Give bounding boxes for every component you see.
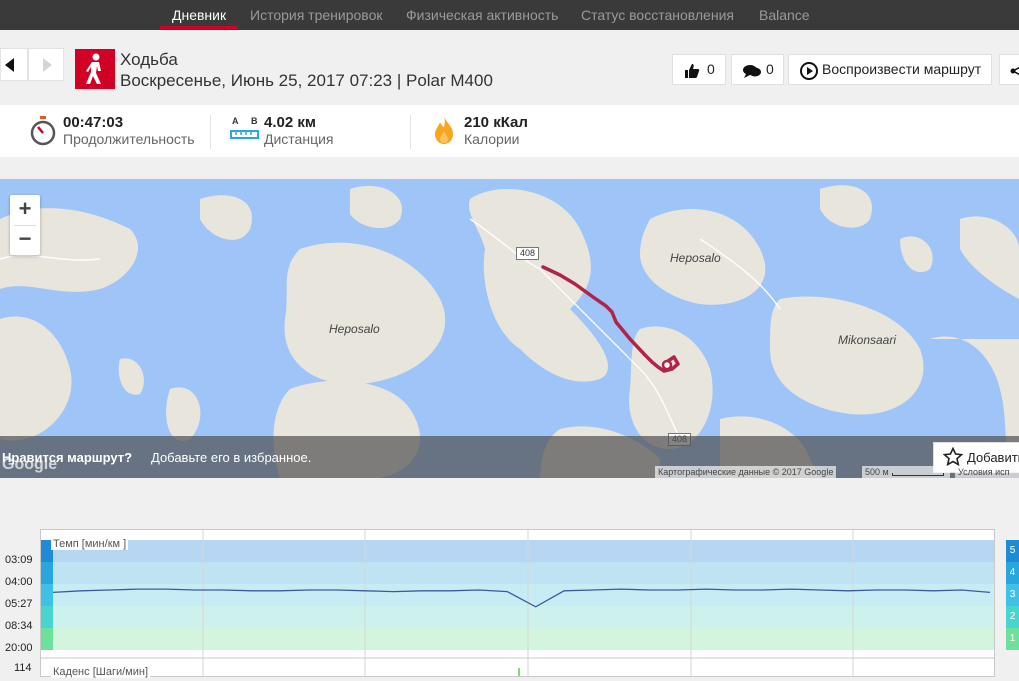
share-icon bbox=[1010, 61, 1019, 90]
zone-2-indicator: 2 bbox=[1006, 606, 1019, 628]
arrow-right-icon bbox=[43, 58, 52, 72]
map-label-heposalo-west: Heposalo bbox=[329, 322, 380, 336]
like-count: 0 bbox=[707, 61, 715, 77]
share-button[interactable] bbox=[999, 54, 1019, 85]
tab-recovery-status[interactable]: Статус восстановления bbox=[581, 0, 734, 30]
comment-button[interactable]: 0 bbox=[731, 54, 784, 85]
calories-label: Калории bbox=[464, 131, 520, 147]
map-label-mikonsaari: Mikonsaari bbox=[838, 333, 897, 347]
top-navigation: Дневник История тренировок Физическая ак… bbox=[0, 0, 1019, 30]
y-tick: 08:34 bbox=[5, 620, 33, 632]
y-tick: 03:09 bbox=[5, 554, 33, 566]
divider bbox=[210, 115, 211, 149]
zone-strip bbox=[41, 562, 53, 584]
replay-route-label: Воспроизвести маршрут bbox=[822, 61, 982, 77]
divider bbox=[410, 115, 411, 149]
google-logo: Google bbox=[2, 456, 58, 473]
duration-value: 00:47:03 bbox=[63, 114, 124, 131]
tab-activity[interactable]: Физическая активность bbox=[406, 0, 558, 30]
tab-balance[interactable]: Balance bbox=[759, 0, 810, 30]
distance-icon: A B bbox=[230, 116, 260, 144]
map-canvas bbox=[0, 185, 1019, 478]
scale-bar bbox=[892, 473, 944, 476]
zone-strip bbox=[41, 628, 53, 650]
tab-diary[interactable]: Дневник bbox=[159, 0, 239, 30]
play-circle-icon bbox=[799, 61, 819, 91]
pace-series-label: Темп [мин/км ] bbox=[51, 538, 129, 550]
route-map[interactable]: Heposalo Heposalo Mikonsaari 408 408 bbox=[0, 179, 1019, 478]
comment-count: 0 bbox=[766, 61, 774, 77]
previous-session-button[interactable] bbox=[0, 48, 28, 81]
y-tick: 04:00 bbox=[5, 576, 33, 588]
distance-label: Дистанция bbox=[264, 131, 334, 147]
map-label-heposalo-east: Heposalo bbox=[670, 251, 721, 265]
cadence-y-tick: 114 bbox=[14, 662, 32, 674]
distance-value: 4.02 км bbox=[264, 114, 316, 131]
map-scale: 500 м bbox=[862, 466, 950, 478]
pace-chart-canvas bbox=[41, 530, 994, 676]
session-header: Ходьба Воскресенье, Июнь 25, 2017 07:23 … bbox=[0, 30, 1019, 105]
sport-title: Ходьба bbox=[120, 50, 178, 69]
tab-training-history[interactable]: История тренировок bbox=[250, 0, 382, 30]
zoom-in-button[interactable]: + bbox=[10, 195, 40, 225]
walking-icon bbox=[75, 49, 115, 89]
pace-chart: Темп [мин/км ] Каденс [Шаги/мин] bbox=[40, 529, 995, 678]
zone-3-indicator: 3 bbox=[1006, 584, 1019, 606]
y-tick: 05:27 bbox=[5, 598, 33, 610]
comments-icon bbox=[742, 61, 762, 90]
zone-1-indicator: 1 bbox=[1006, 628, 1019, 650]
stopwatch-icon bbox=[30, 116, 56, 151]
y-tick: 20:00 bbox=[5, 642, 33, 654]
favorite-hint: Добавьте его в избранное. bbox=[151, 450, 312, 465]
route-end-marker bbox=[661, 359, 673, 371]
zone-strip bbox=[41, 584, 53, 606]
replay-route-button[interactable]: Воспроизвести маршрут bbox=[788, 54, 992, 85]
next-session-button[interactable] bbox=[28, 48, 64, 81]
flame-icon bbox=[433, 115, 455, 150]
zone-4-indicator: 4 bbox=[1006, 562, 1019, 584]
calories-stat: 210 кКал Калории bbox=[430, 105, 610, 157]
session-subtitle: Воскресенье, Июнь 25, 2017 07:23 | Polar… bbox=[120, 71, 493, 90]
arrow-left-icon bbox=[5, 58, 14, 72]
zone-5-indicator: 5 bbox=[1006, 540, 1019, 562]
session-summary: 00:47:03 Продолжительность A B 4.02 км Д… bbox=[0, 105, 1019, 157]
distance-stat: A B 4.02 км Дистанция bbox=[228, 105, 408, 157]
zone-strip bbox=[41, 606, 53, 628]
duration-label: Продолжительность bbox=[63, 131, 195, 147]
duration-stat: 00:47:03 Продолжительность bbox=[28, 105, 208, 157]
road-badge: 408 bbox=[516, 247, 540, 260]
calories-value: 210 кКал bbox=[464, 114, 528, 131]
zoom-controls: + − bbox=[10, 195, 40, 255]
like-button[interactable]: 0 bbox=[672, 54, 726, 85]
cadence-series-label: Каденс [Шаги/мин] bbox=[51, 666, 150, 678]
map-credits: Картографические данные © 2017 Google bbox=[655, 466, 837, 478]
thumbs-up-icon bbox=[683, 61, 701, 90]
map-terms-link[interactable]: Условия исп bbox=[955, 466, 1019, 478]
zoom-out-button[interactable]: − bbox=[10, 225, 40, 255]
